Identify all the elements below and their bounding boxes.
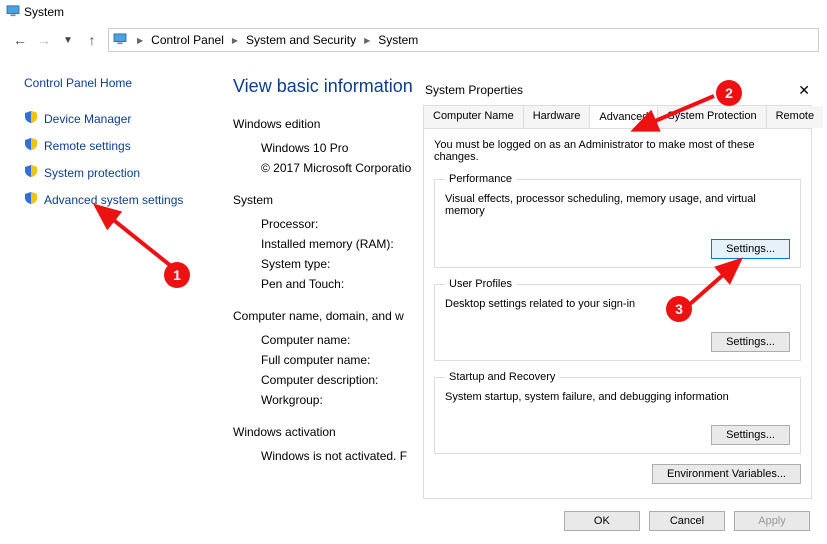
monitor-icon	[6, 5, 20, 20]
tab-remote[interactable]: Remote	[767, 106, 824, 128]
forward-button[interactable]: →	[32, 32, 56, 48]
label-computer-name: Computer name:	[261, 333, 426, 347]
group-startup-recovery: Startup and Recovery System startup, sys…	[434, 371, 801, 454]
tab-hardware[interactable]: Hardware	[524, 106, 591, 128]
close-button[interactable]: ✕	[798, 82, 810, 99]
tab-bar: Computer Name Hardware Advanced System P…	[423, 105, 812, 129]
annotation-callout-1: 1	[164, 262, 190, 288]
control-panel-home-link[interactable]: Control Panel Home	[24, 76, 203, 90]
environment-variables-button[interactable]: Environment Variables...	[652, 464, 801, 484]
chevron-right-icon[interactable]: ▶	[358, 36, 376, 45]
apply-button[interactable]: Apply	[734, 511, 810, 531]
sidebar-item-system-protection[interactable]: System protection	[24, 164, 203, 181]
label-system-type: System type:	[261, 257, 426, 271]
label-computer-description: Computer description:	[261, 373, 426, 387]
shield-icon	[24, 137, 38, 154]
sidebar-item-label: Remote settings	[44, 139, 131, 153]
dialog-buttons: OK Cancel Apply	[558, 511, 810, 531]
annotation-arrow-3	[686, 254, 766, 314]
label-processor: Processor:	[261, 217, 426, 231]
label-pen-touch: Pen and Touch:	[261, 277, 426, 291]
startup-recovery-settings-button[interactable]: Settings...	[711, 425, 790, 445]
desc-performance: Visual effects, processor scheduling, me…	[445, 193, 790, 217]
annotation-callout-3: 3	[666, 296, 692, 322]
window-title: System	[24, 5, 64, 19]
edition-value: Windows 10 Pro	[261, 141, 426, 155]
desc-startup-recovery: System startup, system failure, and debu…	[445, 391, 790, 403]
activation-status: Windows is not activated. F	[261, 449, 407, 463]
window-titlebar: System	[0, 0, 827, 24]
up-button[interactable]: ↑	[80, 32, 104, 48]
tab-panel-advanced: You must be logged on as an Administrato…	[423, 129, 812, 499]
admin-note: You must be logged on as an Administrato…	[434, 139, 801, 163]
label-ram: Installed memory (RAM):	[261, 237, 426, 251]
breadcrumb[interactable]: System	[376, 33, 420, 47]
annotation-arrow-2	[628, 92, 728, 142]
legend-startup-recovery: Startup and Recovery	[445, 371, 559, 383]
shield-icon	[24, 191, 38, 208]
shield-icon	[24, 110, 38, 127]
label-full-computer-name: Full computer name:	[261, 353, 426, 367]
annotation-callout-2: 2	[716, 80, 742, 106]
chevron-right-icon[interactable]: ▶	[226, 36, 244, 45]
ok-button[interactable]: OK	[564, 511, 640, 531]
sidebar-item-label: System protection	[44, 166, 140, 180]
copyright-text: © 2017 Microsoft Corporatio	[261, 161, 411, 175]
shield-icon	[24, 164, 38, 181]
pc-icon	[113, 33, 127, 48]
label-workgroup: Workgroup:	[261, 393, 426, 407]
address-bar[interactable]: ▶ Control Panel ▶ System and Security ▶ …	[108, 28, 819, 52]
user-profiles-settings-button[interactable]: Settings...	[711, 332, 790, 352]
breadcrumb[interactable]: Control Panel	[149, 33, 226, 47]
recent-dropdown[interactable]: ▼	[56, 35, 80, 46]
sidebar-item-device-manager[interactable]: Device Manager	[24, 110, 203, 127]
chevron-right-icon[interactable]: ▶	[131, 36, 149, 45]
back-button[interactable]: ←	[8, 32, 32, 48]
cancel-button[interactable]: Cancel	[649, 511, 725, 531]
sidebar-item-label: Device Manager	[44, 112, 131, 126]
nav-bar: ← → ▼ ↑ ▶ Control Panel ▶ System and Sec…	[0, 24, 827, 56]
sidebar-item-remote-settings[interactable]: Remote settings	[24, 137, 203, 154]
legend-user-profiles: User Profiles	[445, 278, 516, 290]
dialog-title: System Properties	[425, 83, 523, 97]
tab-computer-name[interactable]: Computer Name	[424, 106, 524, 128]
sidebar: Control Panel Home Device Manager Remote…	[0, 56, 215, 544]
legend-performance: Performance	[445, 173, 516, 185]
breadcrumb[interactable]: System and Security	[244, 33, 358, 47]
